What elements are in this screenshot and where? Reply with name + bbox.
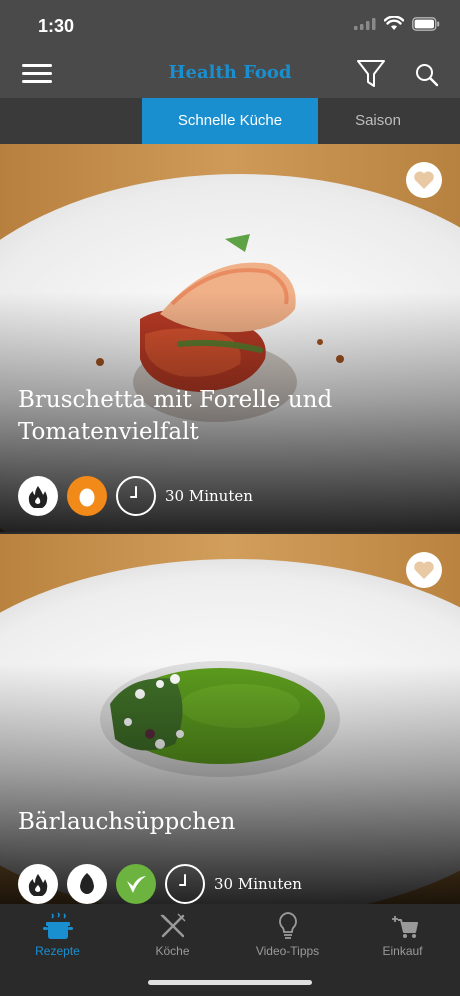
status-icons: [354, 16, 440, 31]
battery-icon: [412, 16, 440, 31]
egg-icon: [67, 476, 107, 516]
recipe-card[interactable]: Bruschetta mit Forelle und Tomatenvielfa…: [0, 144, 460, 532]
tab-schnelle-kueche[interactable]: Schnelle Küche: [142, 98, 318, 144]
recipe-title: Bärlauchsüppchen: [18, 809, 236, 835]
tab-label: Rezepte: [35, 944, 80, 958]
app-title: Health Food: [168, 62, 292, 83]
search-icon[interactable]: [414, 62, 440, 88]
recipe-card[interactable]: Bärlauchsüppchen 30 Minuten: [0, 534, 460, 904]
favorite-button[interactable]: [406, 552, 442, 588]
clock-icon: [165, 864, 205, 904]
tab-label: Köche: [155, 944, 190, 958]
pot-icon: [0, 910, 115, 942]
tab-label: Video-Tipps: [255, 944, 320, 958]
filter-icon[interactable]: [356, 58, 386, 90]
cutlery-icon: [115, 910, 230, 942]
tab-video-tipps[interactable]: Video-Tipps: [230, 910, 345, 958]
heart-icon: [414, 171, 434, 189]
flame-icon: [18, 476, 58, 516]
signal-icon: [354, 17, 376, 30]
favorite-button[interactable]: [406, 162, 442, 198]
recipe-title: Bruschetta mit Forelle und Tomatenvielfa…: [18, 387, 333, 445]
recipe-tags: 30 Minuten: [18, 476, 253, 516]
recipe-tags: 30 Minuten: [18, 864, 302, 904]
tab-saison[interactable]: Saison: [318, 98, 438, 144]
tab-einkauf[interactable]: Einkauf: [345, 910, 460, 958]
flame-icon: [18, 864, 58, 904]
nav-bar: Health Food: [0, 50, 460, 98]
status-bar: 1:30: [0, 0, 460, 50]
clock-icon: [116, 476, 156, 516]
lightbulb-icon: [230, 910, 345, 942]
tab-koeche[interactable]: Köche: [115, 910, 230, 958]
status-time: 1:30: [38, 16, 75, 36]
recipe-duration: 30 Minuten: [165, 487, 253, 505]
category-tabs: Schnelle Küche Saison: [0, 98, 460, 144]
avocado-icon: [67, 864, 107, 904]
home-indicator: [148, 980, 312, 985]
wifi-icon: [384, 16, 404, 30]
vegan-leaf-icon: [116, 864, 156, 904]
heart-icon: [414, 561, 434, 579]
recipe-duration: 30 Minuten: [214, 875, 302, 893]
cart-icon: [345, 910, 460, 942]
tab-rezepte[interactable]: Rezepte: [0, 910, 115, 958]
tab-label: Einkauf: [382, 944, 423, 958]
